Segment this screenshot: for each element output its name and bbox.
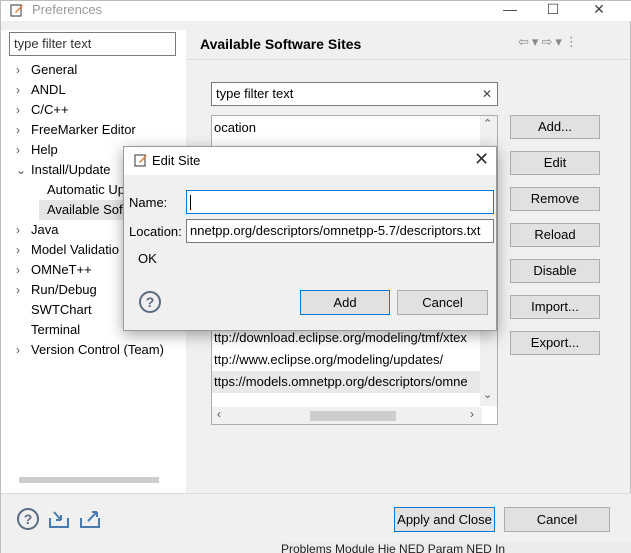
chevron-right-icon[interactable]: › [16,280,26,300]
table-row[interactable]: ttps://models.omnetpp.org/descriptors/om… [212,371,480,393]
background-view-tabs: Problems Module Hie NED Param NED In [281,542,631,553]
tree-item-label: OMNeT++ [31,262,92,277]
tree-item[interactable]: › FreeMarker Editor [1,120,181,140]
scrollbar-thumb[interactable] [310,411,396,421]
export-icon[interactable] [79,508,103,530]
help-icon[interactable]: ? [139,291,161,313]
dialog-close-button[interactable]: ✕ [474,149,489,170]
import-icon[interactable] [48,508,72,530]
location-input[interactable]: nnetpp.org/descriptors/omnetpp-5.7/descr… [186,219,494,243]
cancel-button[interactable]: Cancel [504,507,610,532]
table-row[interactable]: ttp://www.eclipse.org/modeling/updates/ [212,349,480,371]
remove-button[interactable]: Remove [510,187,600,211]
apply-and-close-button[interactable]: Apply and Close [394,507,495,532]
chevron-right-icon[interactable]: › [16,260,26,280]
scroll-up-icon[interactable]: ⌃ [483,117,492,130]
dialog-title-bar: Edit Site ✕ [124,147,496,175]
tree-item-label: C/C++ [31,102,69,117]
table-horizontal-scrollbar[interactable]: ‹ › [212,407,482,424]
tree-item[interactable]: › General [1,60,181,80]
navigation-icons[interactable]: ⇦▾⇨▾⋮ [518,34,581,50]
text-caret [190,195,191,210]
tree-item-label: Help [31,142,58,157]
tree-item[interactable]: › C/C++ [1,100,181,120]
chevron-down-icon[interactable]: ▾ [532,34,542,49]
chevron-down-icon[interactable]: ▾ [555,34,565,49]
window-title: Preferences [32,2,103,17]
minimize-button[interactable]: — [488,0,532,20]
chevron-right-icon[interactable]: › [16,80,26,100]
tree-item[interactable]: › ANDL [1,80,181,100]
page-title: Available Software Sites [200,36,362,52]
import-button[interactable]: Import... [510,295,600,319]
add-site-button[interactable]: Add... [510,115,600,139]
name-label: Name: [129,195,168,210]
tree-filter-input[interactable]: type filter text [9,32,176,56]
edit-button[interactable]: Edit [510,151,600,175]
tree-item[interactable]: Available Sof [39,200,129,220]
sites-filter-text: type filter text [216,86,294,101]
forward-arrow-icon[interactable]: ⇨ [541,34,555,49]
tree-horizontal-scrollbar[interactable] [9,471,179,488]
divider [188,59,628,60]
back-arrow-icon[interactable]: ⇦ [518,34,532,49]
dialog-title: Edit Site [152,153,201,168]
preferences-icon [134,154,147,167]
location-label: Location: [129,224,182,239]
tree-item-label: Automatic Up [47,182,126,197]
status-message: OK [138,251,157,266]
dialog-cancel-button[interactable]: Cancel [397,290,488,315]
sites-filter-input[interactable]: type filter text ✕ [211,82,498,106]
tree-item-label: ANDL [31,82,66,97]
scroll-left-icon[interactable]: ‹ [217,407,221,421]
tree-item-label: Run/Debug [31,282,97,297]
tree-item-label: SWTChart [31,302,92,317]
disable-button[interactable]: Disable [510,259,600,283]
location-column-header[interactable]: ocation [214,120,256,135]
name-input[interactable] [186,190,494,214]
tree-item-label: Install/Update [31,162,111,177]
add-button[interactable]: Add [300,290,390,315]
tree-item-label: Version Control (Team) [31,342,164,357]
tree-item-label: FreeMarker Editor [31,122,136,137]
chevron-right-icon[interactable]: › [16,120,26,140]
tree-item-label: Java [31,222,59,237]
tree-item-label: Terminal [31,322,81,337]
reload-button[interactable]: Reload [510,223,600,247]
scroll-right-icon[interactable]: › [470,407,474,421]
chevron-right-icon[interactable]: › [16,140,26,160]
chevron-right-icon[interactable]: › [16,220,26,240]
chevron-down-icon[interactable]: ⌄ [16,160,26,180]
chevron-right-icon[interactable]: › [16,240,26,260]
scrollbar-thumb[interactable] [19,477,159,483]
chevron-right-icon[interactable]: › [16,100,26,120]
tree-item[interactable]: › Version Control (Team) [1,340,181,360]
clear-filter-icon[interactable]: ✕ [482,85,492,103]
tree-item-label: Model Validatio [31,242,119,257]
help-icon[interactable]: ? [17,508,39,530]
close-button[interactable]: ✕ [577,0,621,20]
chevron-right-icon[interactable]: › [16,340,26,360]
edit-site-dialog: Edit Site ✕ Name: Location: nnetpp.org/d… [123,146,497,331]
export-button[interactable]: Export... [510,331,600,355]
tree-item-label: General [31,62,78,77]
tree-item-label: Available Sof [47,202,123,217]
title-bar: Preferences — ☐ ✕ [1,1,631,21]
view-menu-icon[interactable]: ⋮ [565,34,581,49]
preferences-icon [10,4,23,17]
scroll-down-icon[interactable]: ⌄ [483,388,492,401]
chevron-right-icon[interactable]: › [16,60,26,80]
maximize-button[interactable]: ☐ [531,0,575,20]
